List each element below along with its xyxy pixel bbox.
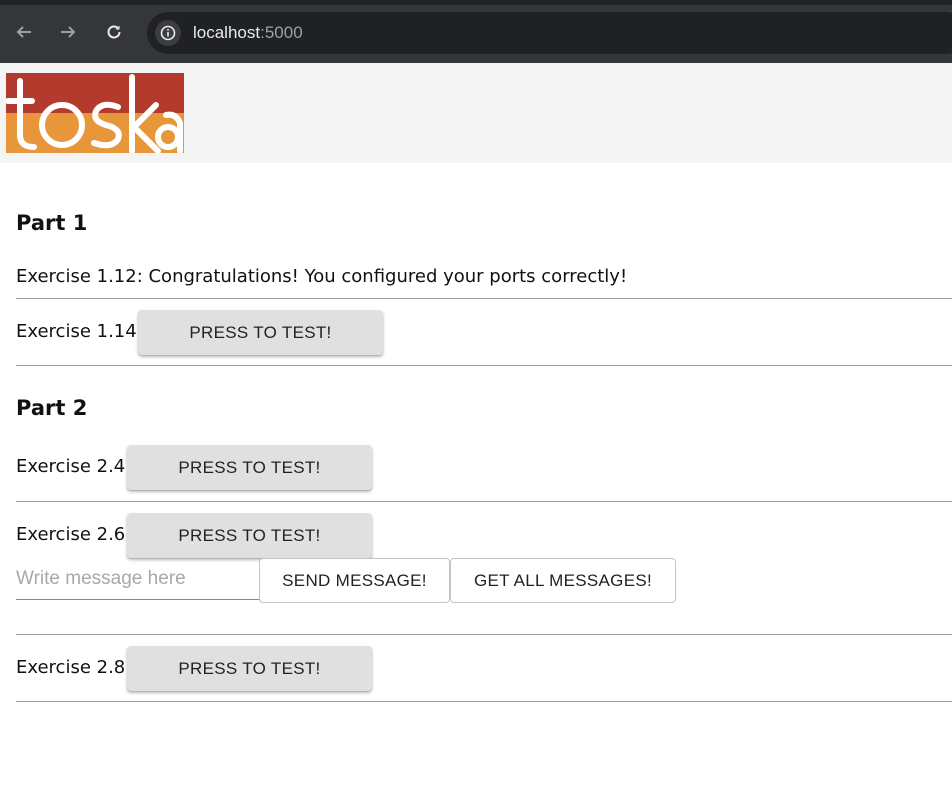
part2-title: Part 2 bbox=[16, 396, 88, 420]
toska-logo bbox=[6, 73, 184, 153]
tab-strip bbox=[0, 0, 952, 5]
divider bbox=[16, 701, 952, 702]
back-arrow-icon[interactable] bbox=[10, 18, 38, 46]
exercise-2-4-label: Exercise 2.4: bbox=[16, 456, 132, 477]
exercise-1-14-test-button[interactable]: PRESS TO TEST! bbox=[138, 310, 383, 355]
address-bar[interactable]: localhost:5000 bbox=[147, 12, 952, 54]
forward-arrow-icon[interactable] bbox=[54, 18, 82, 46]
get-all-messages-button[interactable]: GET ALL MESSAGES! bbox=[450, 558, 676, 603]
exercise-1-14-label: Exercise 1.14: bbox=[16, 321, 143, 342]
divider bbox=[16, 365, 952, 366]
browser-toolbar: localhost:5000 bbox=[0, 0, 952, 63]
part1-title: Part 1 bbox=[16, 211, 88, 235]
divider bbox=[16, 298, 952, 299]
url-text[interactable]: localhost:5000 bbox=[193, 23, 303, 43]
site-info-icon[interactable] bbox=[155, 20, 181, 46]
exercise-2-4-test-button[interactable]: PRESS TO TEST! bbox=[127, 445, 372, 490]
site-header bbox=[0, 63, 952, 163]
exercise-2-6-label: Exercise 2.6: bbox=[16, 524, 132, 545]
url-port: :5000 bbox=[260, 23, 303, 42]
exercise-2-8-test-button[interactable]: PRESS TO TEST! bbox=[127, 646, 372, 691]
exercise-1-12-text: Exercise 1.12: Congratulations! You conf… bbox=[16, 266, 628, 287]
url-host: localhost bbox=[193, 23, 261, 42]
exercise-2-8-label: Exercise 2.8: bbox=[16, 657, 132, 678]
divider bbox=[16, 634, 952, 635]
reload-icon[interactable] bbox=[100, 18, 128, 46]
message-input[interactable] bbox=[16, 559, 260, 600]
send-message-button[interactable]: SEND MESSAGE! bbox=[259, 558, 450, 603]
exercise-2-6-test-button[interactable]: PRESS TO TEST! bbox=[127, 513, 372, 558]
divider bbox=[16, 501, 952, 502]
